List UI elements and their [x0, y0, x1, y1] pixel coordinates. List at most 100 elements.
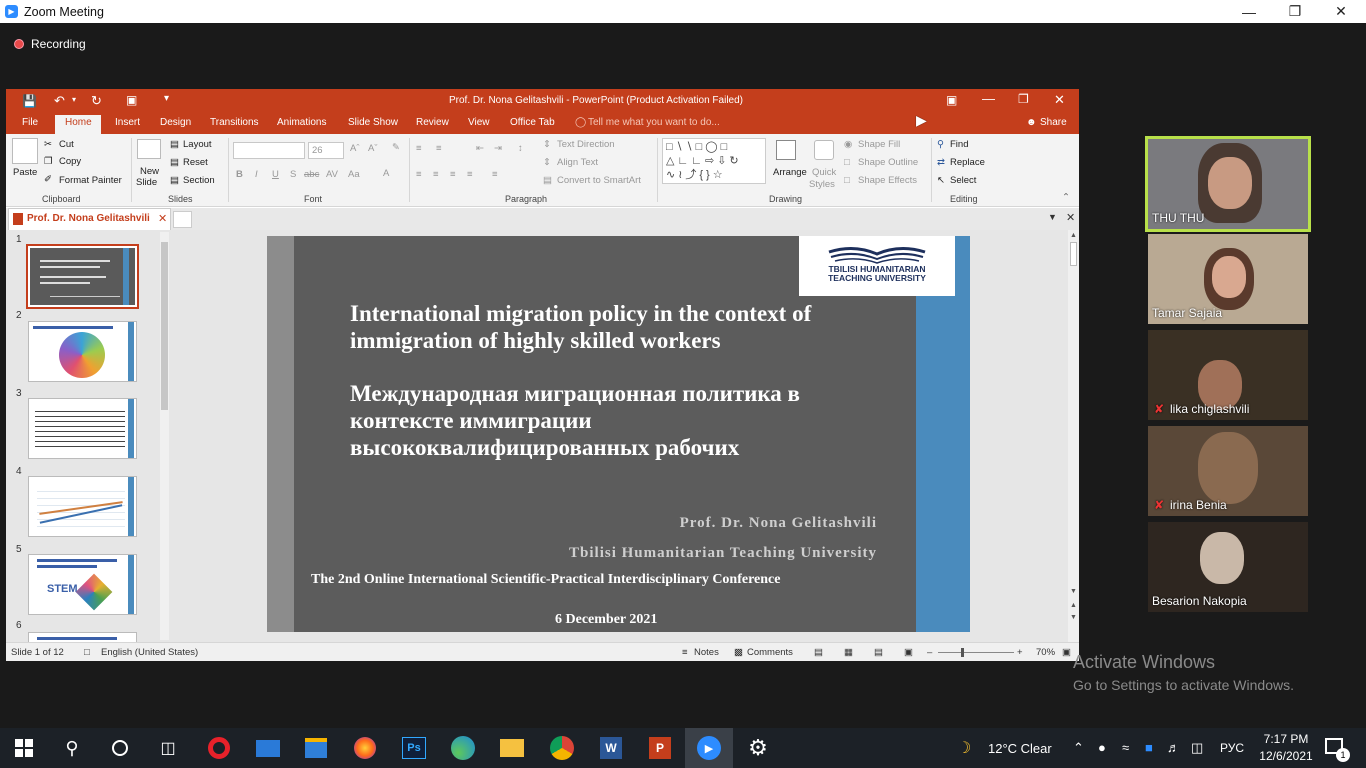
replace-button[interactable]: Replace — [950, 157, 985, 168]
settings-icon[interactable]: ⚙ — [743, 734, 773, 762]
zoom-restore-button[interactable]: ❐ — [1272, 0, 1318, 23]
font-size-input[interactable]: 26 — [308, 142, 344, 159]
ribbon-display-options-icon[interactable]: ▣ — [946, 93, 957, 107]
start-button[interactable] — [9, 734, 39, 762]
font-name-input[interactable] — [233, 142, 305, 159]
tell-me-search[interactable]: Tell me what you want to do... — [588, 117, 720, 128]
layout-button[interactable]: Layout — [183, 139, 212, 150]
clear-format-icon[interactable]: ✎ — [392, 142, 400, 153]
shadow-icon[interactable]: S — [290, 169, 296, 180]
quick-styles-icon[interactable] — [814, 140, 834, 160]
task-view-icon[interactable]: ◫ — [153, 734, 183, 762]
thumbnails-scrollbar[interactable] — [160, 232, 169, 640]
word-icon[interactable]: W — [596, 734, 626, 762]
notes-button[interactable]: Notes — [694, 647, 719, 658]
fit-to-window-icon[interactable]: ▣ — [1062, 647, 1071, 658]
tab-slide-show[interactable]: Slide Show — [348, 117, 398, 128]
network-icon[interactable]: ◫ — [1191, 740, 1203, 756]
cut-button[interactable]: Cut — [59, 139, 74, 150]
text-direction-button[interactable]: Text Direction — [557, 139, 615, 150]
edge-icon[interactable] — [448, 734, 478, 762]
reading-view-icon[interactable]: ▤ — [874, 647, 883, 658]
arrange-button[interactable]: Arrange — [773, 167, 807, 178]
justify-icon[interactable]: ≡ — [467, 169, 473, 180]
tab-list-dropdown-icon[interactable]: ▼ — [1048, 212, 1057, 222]
shapes-gallery[interactable]: □∖∖□◯□ △∟∟⇨⇩↻ ∿≀⤴{}☆ — [662, 138, 766, 184]
undo-dropdown-icon[interactable]: ▾ — [72, 95, 76, 104]
new-slide-label-2[interactable]: Slide — [136, 177, 157, 188]
file-explorer-icon[interactable] — [497, 734, 527, 762]
zoom-minimize-button[interactable]: — — [1226, 0, 1272, 23]
tab-view[interactable]: View — [468, 117, 490, 128]
close-all-tabs-icon[interactable]: ✕ — [1066, 211, 1075, 224]
underline-icon[interactable]: U — [272, 169, 279, 180]
participant-tile[interactable]: Tamar Sajaia — [1148, 234, 1308, 324]
quick-styles-label-1[interactable]: Quick — [812, 167, 836, 178]
volume-icon[interactable]: ♬ — [1167, 740, 1180, 755]
reset-button[interactable]: Reset — [183, 157, 208, 168]
bullets-icon[interactable]: ≡ — [416, 143, 422, 154]
weather-moon-icon[interactable]: ☽ — [957, 738, 971, 758]
tab-office-tab[interactable]: Office Tab — [510, 117, 555, 128]
slide-thumbnail-3[interactable] — [28, 398, 137, 459]
shape-fill-button[interactable]: Shape Fill — [858, 139, 900, 150]
tab-home[interactable]: Home — [65, 117, 92, 128]
tab-design[interactable]: Design — [160, 117, 191, 128]
save-icon[interactable]: 💾 — [22, 94, 37, 108]
char-spacing-icon[interactable]: AV — [326, 169, 338, 180]
slide-thumbnail-5[interactable]: STEM — [28, 554, 137, 615]
slide-thumbnail-1[interactable] — [26, 244, 139, 309]
bold-icon[interactable]: B — [236, 169, 243, 180]
redo-icon[interactable]: ↻ — [91, 93, 102, 109]
align-left-icon[interactable]: ≡ — [416, 169, 422, 180]
section-button[interactable]: Section — [183, 175, 215, 186]
zoom-tray-icon[interactable]: ■ — [1145, 740, 1153, 755]
language-status[interactable]: English (United States) — [101, 647, 198, 658]
new-slide-label-1[interactable]: New — [140, 166, 159, 177]
slide-sorter-icon[interactable]: ▦ — [844, 647, 853, 658]
slide-show-view-icon[interactable]: ▣ — [904, 647, 913, 658]
document-tab[interactable]: Prof. Dr. Nona Gelitashvili ✕ — [8, 208, 171, 230]
align-center-icon[interactable]: ≡ — [433, 169, 439, 180]
tab-file[interactable]: File — [22, 117, 38, 128]
tab-review[interactable]: Review — [416, 117, 449, 128]
customize-toolbar-icon[interactable]: ▾ — [164, 93, 169, 104]
convert-smartart-button[interactable]: Convert to SmartArt — [557, 175, 641, 186]
collapse-ribbon-icon[interactable]: ⌃ — [1062, 192, 1070, 203]
weather-status[interactable]: 12°C Clear — [988, 741, 1052, 756]
paste-label[interactable]: Paste — [13, 167, 37, 178]
recording-indicator[interactable]: Recording — [14, 37, 86, 51]
grow-font-icon[interactable]: Aˆ — [350, 143, 360, 154]
comments-button[interactable]: Comments — [747, 647, 793, 658]
spelling-icon[interactable]: □ — [84, 647, 90, 658]
wifi-icon[interactable]: ≈ — [1122, 740, 1129, 755]
zoom-close-button[interactable]: ✕ — [1318, 0, 1364, 23]
shape-effects-button[interactable]: Shape Effects — [858, 175, 917, 186]
opera-icon[interactable] — [204, 734, 234, 762]
slide-thumbnail-4[interactable] — [28, 476, 137, 537]
decrease-indent-icon[interactable]: ⇤ — [476, 143, 484, 154]
canvas-vertical-scrollbar[interactable]: ▲ ▼ ▲ ▼ — [1068, 230, 1079, 642]
normal-view-icon[interactable]: ▤ — [814, 647, 823, 658]
slide-thumbnail-2[interactable] — [28, 321, 137, 382]
ppt-close-button[interactable]: ✕ — [1054, 92, 1065, 108]
participant-tile[interactable]: ✘ lika chiglashvili — [1148, 330, 1308, 420]
participant-tile[interactable]: ✘ irina Benia — [1148, 426, 1308, 516]
zoom-level[interactable]: 70% — [1036, 647, 1055, 658]
new-document-tab-button[interactable] — [173, 211, 192, 228]
tab-transitions[interactable]: Transitions — [210, 117, 259, 128]
columns-icon[interactable]: ≡ — [492, 169, 498, 180]
cortana-icon[interactable] — [105, 734, 135, 762]
ppt-minimize-button[interactable]: — — [982, 91, 995, 106]
microphone-icon[interactable]: ● — [1098, 740, 1106, 755]
arrange-icon[interactable] — [776, 140, 796, 160]
format-painter-button[interactable]: Format Painter — [59, 175, 122, 186]
firefox-icon[interactable] — [350, 734, 380, 762]
show-hidden-icons[interactable]: ⌃ — [1073, 740, 1084, 756]
powerpoint-icon[interactable]: P — [645, 734, 675, 762]
share-button[interactable]: Share — [1040, 117, 1067, 128]
photoshop-icon[interactable]: Ps — [399, 734, 429, 762]
strikethrough-icon[interactable]: abc — [304, 169, 319, 180]
shape-outline-button[interactable]: Shape Outline — [858, 157, 918, 168]
shrink-font-icon[interactable]: Aˇ — [368, 143, 378, 154]
